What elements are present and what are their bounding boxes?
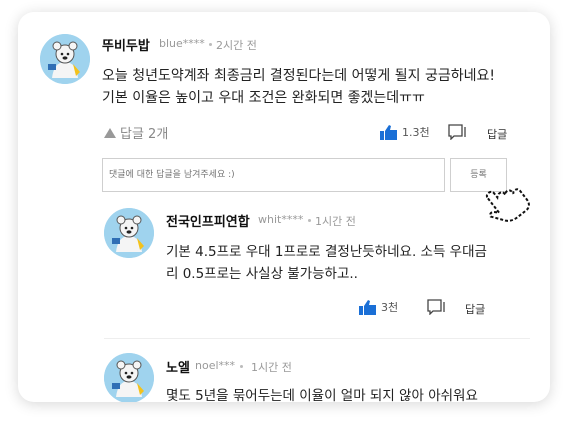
comment-time: 2시간 전 <box>216 39 257 52</box>
triangle-up-icon <box>104 127 116 138</box>
like-button[interactable]: 1.3천 <box>380 124 430 140</box>
separator-dot <box>308 219 311 222</box>
comment-icon[interactable] <box>448 124 470 140</box>
comment-author[interactable]: 전국인프피연합 <box>166 211 250 230</box>
comment-time: 1시간 전 <box>315 215 356 228</box>
reply-button[interactable]: 답글 <box>465 301 485 317</box>
comment-user-id: whit**** <box>258 213 304 226</box>
avatar[interactable] <box>40 34 90 84</box>
comment-text-line1: 몇도 5년을 묶어두는데 이율이 얼마 되지 않아 아쉬워요 <box>166 388 478 402</box>
comment-icon[interactable] <box>427 299 449 315</box>
comment-time: 1시간 전 <box>251 361 292 374</box>
divider <box>104 338 530 339</box>
comment-text-line1: 기본 4.5프로 우대 1프로로 결정난듯하네요. 소득 우대금 <box>166 244 487 260</box>
comment-text-line2: 기본 이율은 높이고 우대 조건은 완화되면 좋겠는데ㅠㅠ <box>102 90 425 106</box>
avatar[interactable] <box>104 353 154 402</box>
mascot-avatar-icon <box>104 353 154 402</box>
comment-user-id: blue**** <box>159 37 205 50</box>
comment-user-id: noel*** <box>195 359 236 372</box>
comment-card: 뚜비두밥 blue**** 2시간 전 오늘 청년도약계좌 최종금리 결정된다는… <box>18 12 550 402</box>
comment-author[interactable]: 노엘 <box>166 357 190 376</box>
comment-text-line2: 리 0.5프로는 사실상 불가능하고.. <box>166 266 358 282</box>
hand-cursor-icon <box>485 188 530 222</box>
separator-dot <box>209 43 212 46</box>
reply-button[interactable]: 답글 <box>487 126 507 142</box>
thumbs-up-icon <box>359 299 376 315</box>
separator-dot <box>240 365 243 368</box>
like-count: 3천 <box>381 301 399 314</box>
reply-input[interactable] <box>102 158 445 192</box>
thumbs-up-icon <box>380 124 397 140</box>
comment-author[interactable]: 뚜비두밥 <box>102 35 150 54</box>
mascot-avatar-icon <box>40 34 90 84</box>
like-count: 1.3천 <box>402 126 430 139</box>
like-button[interactable]: 3천 <box>359 299 398 315</box>
reply-toggle-label: 답글 2개 <box>120 127 169 142</box>
avatar[interactable] <box>104 208 154 258</box>
mascot-avatar-icon <box>104 208 154 258</box>
reply-toggle[interactable]: 답글 2개 <box>104 123 168 142</box>
comment-text-line1: 오늘 청년도약계좌 최종금리 결정된다는데 어떻게 될지 궁금하네요! <box>102 68 495 84</box>
